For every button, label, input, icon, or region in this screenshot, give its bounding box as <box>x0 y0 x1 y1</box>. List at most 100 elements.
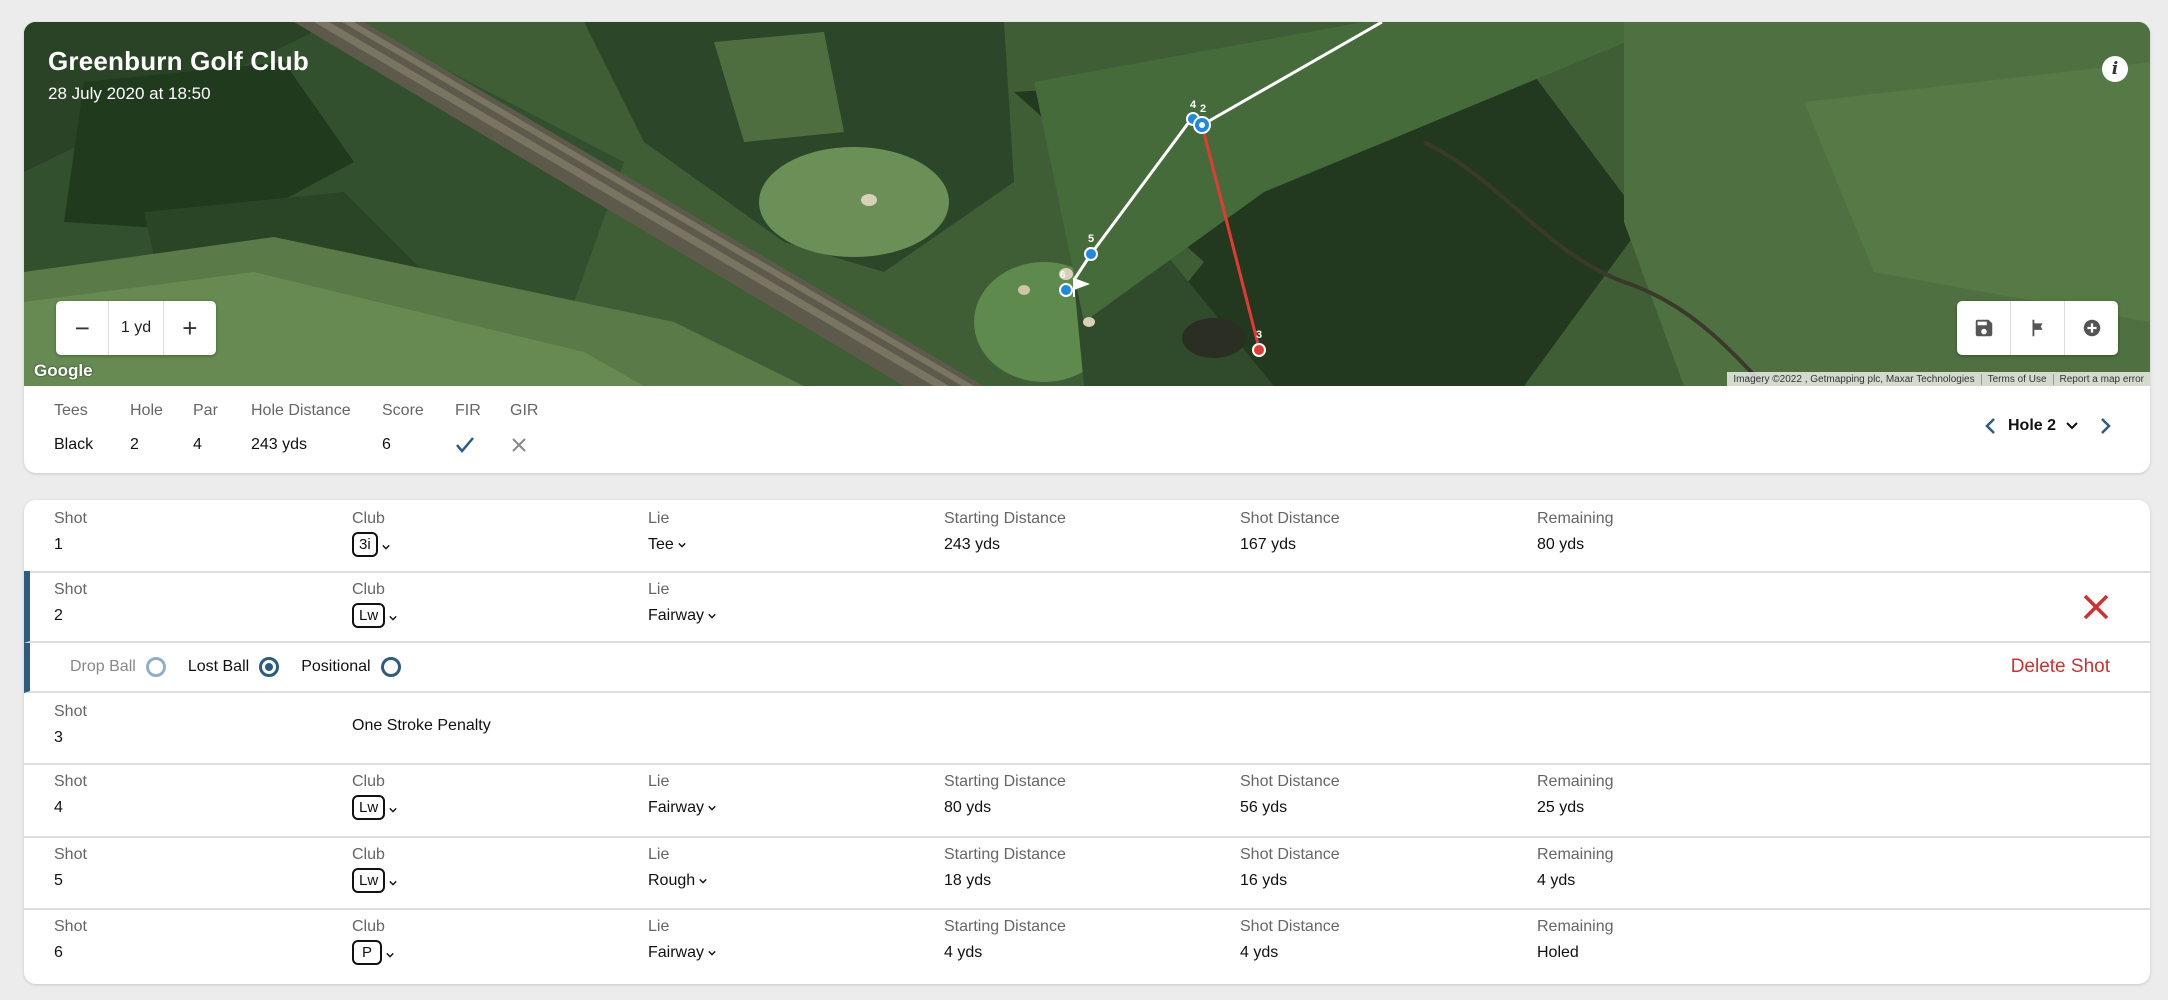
zoom-in-button[interactable]: + <box>164 301 216 355</box>
lie-select[interactable]: Fairway <box>648 607 716 625</box>
delete-shot-button[interactable]: Delete Shot <box>2011 656 2110 678</box>
zoom-level: 1 yd <box>108 301 164 355</box>
shot-number-cell: Shot 3 <box>54 703 87 747</box>
col-label: Club <box>352 510 385 527</box>
positional-option[interactable]: Positional <box>301 657 401 677</box>
positional-radio[interactable] <box>380 657 401 677</box>
lie-value: Tee <box>648 536 674 553</box>
svg-text:5: 5 <box>1088 233 1094 245</box>
chevron-down-icon <box>389 880 397 886</box>
col-label: Club <box>352 773 385 790</box>
col-label: Starting Distance <box>944 773 1066 790</box>
stat-value <box>510 436 570 458</box>
course-title: Greenburn Golf Club <box>48 46 309 76</box>
stat-gir: GIR <box>510 402 570 458</box>
hole-select[interactable]: Hole 2 <box>2008 417 2056 435</box>
chevron-left-icon[interactable] <box>1984 417 1998 435</box>
drop-ball-option[interactable]: Drop Ball <box>70 657 166 677</box>
lie-cell: Lie Fairway <box>648 918 716 962</box>
lie-value: Fairway <box>648 799 705 816</box>
add-shot-button[interactable] <box>2065 301 2118 355</box>
satellite-map[interactable]: 4 2 5 3 6 Greenburn Golf Club 28 July 20… <box>24 22 2150 386</box>
col-label: Shot <box>54 918 87 935</box>
shot-marker-6[interactable]: 6 <box>1059 270 1073 297</box>
stat-score: Score 6 <box>382 402 455 458</box>
remaining-cell: Remaining 80 yds <box>1537 510 1613 554</box>
x-icon <box>512 438 526 452</box>
lost-ball-radio[interactable] <box>259 657 280 677</box>
club-select[interactable]: Lw <box>352 868 397 893</box>
stat-value: Black <box>54 436 94 453</box>
shot-row-6[interactable]: Shot 6 Club P Lie Fairway Starting Distance… <box>24 908 2150 984</box>
shot-distance: 167 yds <box>1240 536 1297 553</box>
stat-par: Par 4 <box>193 402 251 458</box>
map-toolbar <box>1957 301 2118 355</box>
starting-distance-cell: Starting Distance 18 yds <box>944 846 1066 890</box>
club-cell: Club Lw <box>352 581 397 628</box>
shot-distance: 4 yds <box>1240 944 1279 961</box>
chevron-down-icon <box>389 615 397 621</box>
chevron-down-icon[interactable] <box>2066 421 2078 431</box>
svg-text:2: 2 <box>1200 103 1206 115</box>
shot-number-cell: Shot 5 <box>54 846 87 890</box>
lie-select[interactable]: Tee <box>648 536 686 554</box>
col-label: Shot <box>54 581 87 598</box>
club-select[interactable]: 3i <box>352 532 390 557</box>
col-label: Shot Distance <box>1240 846 1340 863</box>
lie-value: Fairway <box>648 607 705 624</box>
lie-select[interactable]: Fairway <box>648 799 716 817</box>
stat-label: Hole Distance <box>251 402 351 419</box>
flag-button[interactable] <box>2011 301 2065 355</box>
shot-row-3[interactable]: Shot 3 One Stroke Penalty <box>24 693 2150 765</box>
flag-pin-icon <box>1073 278 1090 297</box>
zoom-out-button[interactable]: − <box>56 301 108 355</box>
lie-value: Fairway <box>648 944 705 961</box>
col-label: Shot <box>54 703 87 720</box>
stat-label: FIR <box>455 402 481 419</box>
lost-ball-option[interactable]: Lost Ball <box>187 657 280 677</box>
lie-select[interactable]: Rough <box>648 872 707 890</box>
imagery-credit: Imagery ©2022 , Getmapping plc, Maxar Te… <box>1727 373 1982 385</box>
lost-ball-label: Lost Ball <box>187 658 250 675</box>
club-select[interactable]: Lw <box>352 795 397 820</box>
col-label: Remaining <box>1537 846 1614 863</box>
chevron-right-icon[interactable] <box>2098 417 2112 435</box>
ball-status-radio-group: Drop Ball Lost Ball Positional <box>70 657 423 677</box>
shot-row-1[interactable]: Shot 1 Club 3i Lie Tee Starting Distance 243… <box>24 500 2150 573</box>
shot-row-4[interactable]: Shot 4 Club Lw Lie Fairway Starting Distanc… <box>24 763 2150 838</box>
col-label: Club <box>352 846 385 863</box>
remaining-cell: Remaining Holed <box>1537 918 1613 962</box>
starting-distance: 80 yds <box>944 799 992 816</box>
shot-number: 5 <box>54 872 63 889</box>
drop-ball-radio[interactable] <box>145 657 166 677</box>
shot-number: 3 <box>54 729 63 746</box>
chevron-down-icon <box>678 542 686 548</box>
terms-link[interactable]: Terms of Use <box>1982 373 2054 385</box>
col-label: Starting Distance <box>944 846 1066 863</box>
shot-distance-cell: Shot Distance 56 yds <box>1240 773 1340 817</box>
shot-row-5[interactable]: Shot 5 Club Lw Lie Rough Starting Distance 1… <box>24 836 2150 910</box>
stat-hole: Hole 2 <box>130 402 193 458</box>
save-button[interactable] <box>1957 301 2011 355</box>
close-icon[interactable] <box>2082 593 2110 621</box>
lie-cell: Lie Fairway <box>648 581 716 625</box>
stat-tees: Tees Black <box>54 402 130 458</box>
club-select[interactable]: P <box>352 940 394 965</box>
lie-select[interactable]: Fairway <box>648 944 716 962</box>
shot-marker-3[interactable]: 3 <box>1252 329 1266 357</box>
col-label: Lie <box>648 918 670 935</box>
shot-marker-5[interactable]: 5 <box>1084 233 1098 261</box>
drop-ball-label: Drop Ball <box>70 658 136 675</box>
shot-row-2[interactable]: Shot 2 Club Lw Lie Fairway <box>24 571 2150 643</box>
shot-markers: 4 2 5 3 6 <box>1059 99 1266 357</box>
report-error-link[interactable]: Report a map error <box>2054 374 2150 385</box>
shot-marker-2[interactable]: 2 <box>1193 103 1211 134</box>
club-select[interactable]: Lw <box>352 603 397 628</box>
info-icon[interactable]: i <box>2102 56 2128 82</box>
hole-card: 4 2 5 3 6 Greenburn Golf Club 28 July 20… <box>24 22 2150 473</box>
stat-value: 4 <box>193 436 202 453</box>
club-cell: Club 3i <box>352 510 390 557</box>
starting-distance: 4 yds <box>944 944 983 961</box>
col-label: Lie <box>648 581 670 598</box>
shot-options: Drop Ball Lost Ball Positional Delete Sh… <box>24 643 2150 693</box>
